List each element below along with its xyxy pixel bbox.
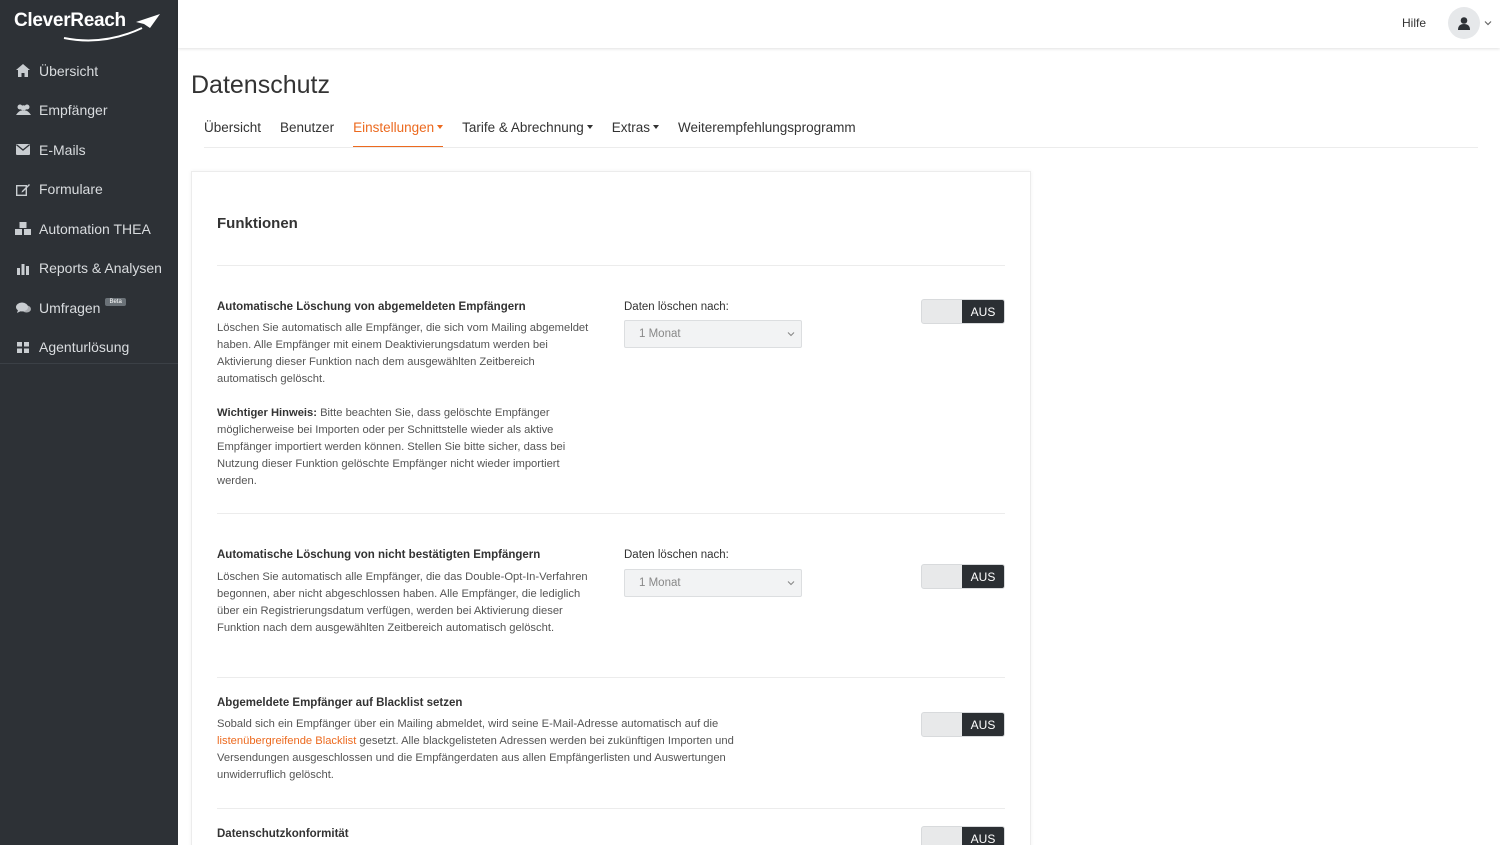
comments-icon: [15, 300, 31, 316]
tab-einstellungen[interactable]: Einstellungen: [353, 120, 444, 148]
cubes-icon: [15, 221, 31, 237]
sidebar-item-label: Empfänger: [39, 102, 108, 119]
logo-swoosh-icon: [63, 14, 160, 42]
section-title: Abgemeldete Empfänger auf Blacklist setz…: [217, 697, 463, 709]
sidebar-item-uebersicht[interactable]: Übersicht: [0, 51, 178, 91]
tab-benutzer[interactable]: Benutzer: [280, 120, 334, 148]
blacklist-link[interactable]: listenübergreifende Blacklist: [217, 735, 356, 747]
section-description: Löschen Sie automatisch alle Empfänger, …: [217, 320, 597, 490]
page-title: Datenschutz: [191, 71, 330, 99]
tab-label: Tarife & Abrechnung: [462, 120, 584, 135]
envelope-icon: [15, 142, 31, 158]
select-label: Daten löschen nach:: [624, 549, 729, 561]
functions-card: Funktionen Automatische Löschung von abg…: [191, 171, 1031, 845]
sidebar-item-empfaenger[interactable]: Empfänger: [0, 91, 178, 131]
home-icon: [15, 63, 31, 79]
chevron-down-icon: [787, 332, 795, 337]
sidebar-item-automation[interactable]: Automation THEA: [0, 209, 178, 249]
section-title: Datenschutzkonformität: [217, 828, 349, 840]
divider: [217, 265, 1005, 266]
description-text: Löschen Sie automatisch alle Empfänger, …: [217, 322, 589, 385]
card-title: Funktionen: [217, 215, 298, 232]
tab-label: Benutzer: [280, 120, 335, 135]
select-value: 1 Monat: [639, 577, 681, 589]
grid-icon: [15, 339, 31, 355]
chevron-down-icon[interactable]: [1484, 19, 1492, 27]
caret-down-icon: [586, 125, 593, 130]
sidebar-item-label: Umfragen: [39, 299, 101, 316]
delete-after-select[interactable]: 1 Monat: [624, 569, 802, 597]
help-link[interactable]: Hilfe: [1402, 16, 1426, 30]
sidebar-item-label: E-Mails: [39, 141, 86, 158]
description-text: Sobald sich ein Empfänger über ein Maili…: [217, 718, 719, 730]
toggle-off-label: AUS: [962, 827, 1004, 845]
users-icon: [15, 102, 31, 118]
user-icon: [1458, 16, 1470, 30]
tab-uebersicht[interactable]: Übersicht: [204, 120, 261, 148]
edit-icon: [15, 181, 31, 197]
sidebar-item-label: Formulare: [39, 181, 103, 198]
section-description: Sobald sich ein Empfänger über ein Maili…: [217, 716, 777, 784]
auto-delete-unsubscribed-toggle[interactable]: AUS: [921, 299, 1005, 324]
tab-weiterempfehlungsprogramm[interactable]: Weiterempfehlungsprogramm: [678, 120, 856, 148]
tab-label: Übersicht: [204, 120, 262, 135]
toggle-off-label: AUS: [962, 565, 1004, 588]
cleverreach-logo[interactable]: CleverReach: [14, 10, 164, 44]
tab-tarife-abrechnung[interactable]: Tarife & Abrechnung: [462, 120, 593, 148]
sidebar-item-reports[interactable]: Reports & Analysen: [0, 249, 178, 289]
tab-label: Einstellungen: [353, 120, 435, 135]
tab-label: Extras: [611, 120, 650, 135]
select-label: Daten löschen nach:: [624, 301, 729, 313]
sidebar-item-formulare[interactable]: Formulare: [0, 170, 178, 210]
user-avatar-button[interactable]: [1448, 7, 1480, 39]
section-title: Automatische Löschung von abgemeldeten E…: [217, 301, 526, 313]
caret-down-icon: [653, 125, 659, 130]
tab-extras[interactable]: Extras: [612, 120, 659, 148]
sidebar-item-umfragen[interactable]: Umfragen Beta: [0, 288, 178, 328]
note-text: Bitte beachten Sie, dass gelöschte Empfä…: [217, 407, 566, 487]
section-title: Automatische Löschung von nicht bestätig…: [217, 549, 541, 561]
sidebar-item-label: Automation THEA: [39, 220, 151, 237]
sidebar-nav: Übersicht Empfänger E-Mails Formulare Au…: [0, 51, 178, 367]
privacy-compliance-toggle[interactable]: AUS: [921, 826, 1005, 845]
caret-down-icon: [437, 125, 444, 130]
sidebar-item-label: Reports & Analysen: [39, 260, 162, 277]
beta-badge: Beta: [105, 297, 126, 306]
sidebar-item-label: Übersicht: [39, 62, 99, 79]
sidebar-divider: [0, 363, 178, 364]
tabs-divider: [204, 147, 1478, 148]
sidebar-item-agentur[interactable]: Agenturlösung: [0, 328, 178, 368]
delete-after-select[interactable]: 1 Monat: [624, 320, 802, 348]
divider: [217, 513, 1005, 514]
divider: [217, 808, 1005, 809]
sidebar-item-label: Agenturlösung: [39, 339, 130, 356]
select-value: 1 Monat: [639, 328, 681, 340]
toggle-off-label: AUS: [962, 713, 1004, 736]
topbar: Hilfe: [178, 0, 1500, 48]
section-description: Löschen Sie automatisch alle Empfänger, …: [217, 571, 588, 634]
toggle-off-label: AUS: [962, 300, 1004, 323]
sidebar: CleverReach Übersicht Empfänger E-Mails: [0, 0, 178, 845]
auto-delete-unconfirmed-toggle[interactable]: AUS: [921, 564, 1005, 589]
tab-bar: Übersicht Benutzer Einstellungen Tarife …: [204, 120, 875, 148]
sidebar-item-emails[interactable]: E-Mails: [0, 130, 178, 170]
blacklist-unsubscribed-toggle[interactable]: AUS: [921, 712, 1005, 737]
bar-chart-icon: [15, 260, 31, 276]
tab-label: Weiterempfehlungsprogramm: [678, 120, 856, 135]
divider: [217, 677, 1005, 678]
note-label: Wichtiger Hinweis:: [217, 407, 317, 419]
chevron-down-icon: [787, 581, 795, 586]
